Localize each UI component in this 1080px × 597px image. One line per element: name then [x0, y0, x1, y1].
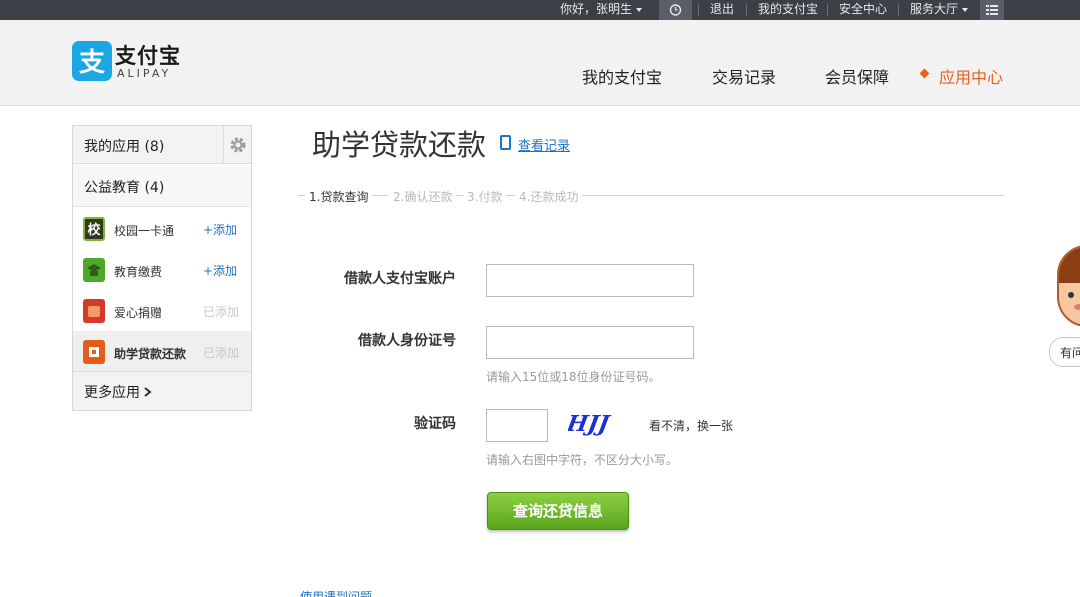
query-loan-button[interactable]: 查询还贷信息 — [487, 492, 629, 530]
nav-transactions[interactable]: 交易记录 — [712, 64, 776, 88]
account-label: 借款人支付宝账户 — [344, 271, 456, 287]
captcha-label: 验证码 — [414, 416, 456, 432]
gear-icon[interactable] — [223, 126, 251, 164]
id-number-input[interactable] — [486, 326, 694, 359]
chevron-down-icon — [962, 7, 969, 12]
my-apps-title: 我的应用 (8) — [84, 139, 165, 155]
sidebar-item-campus-card[interactable]: 校 校园一卡通 +添加 — [73, 208, 251, 249]
divider — [898, 4, 899, 16]
assistant-avatar-icon[interactable] — [1057, 245, 1080, 327]
sidebar: 我的应用 (8) 公益教育 (4) 校 校园一卡通 +添加 教育缴费 +添加 爱… — [72, 125, 252, 411]
more-apps-label: 更多应用 — [84, 385, 140, 401]
service-hall-menu[interactable]: 服务大厅 — [910, 0, 969, 20]
view-records-link[interactable]: 查看记录 — [518, 135, 570, 154]
nav-member-protection[interactable]: 会员保障 — [825, 64, 889, 88]
add-app-link[interactable]: +添加 — [203, 262, 237, 279]
help-link[interactable]: 使用遇到问题 — [300, 588, 372, 597]
ask-question-button[interactable]: 有问 — [1049, 337, 1080, 367]
refresh-captcha-link[interactable]: 看不清，换一张 — [649, 417, 733, 434]
sidebar-item-label: 校园一卡通 — [114, 224, 175, 238]
greeting-text: 你好，张明生 — [560, 2, 633, 16]
alipay-logo-icon[interactable]: 支 — [72, 41, 112, 81]
svg-text:HJJ: HJJ — [568, 411, 613, 437]
sidebar-item-label: 教育缴费 — [114, 265, 163, 279]
divider — [698, 4, 699, 16]
security-center-link[interactable]: 安全中心 — [839, 0, 887, 20]
donation-icon — [83, 299, 105, 323]
captcha-hint: 请输入右图中字符，不区分大小写。 — [486, 453, 679, 467]
document-icon — [500, 135, 511, 150]
ask-question-label: 有问 — [1060, 346, 1080, 360]
my-alipay-link[interactable]: 我的支付宝 — [758, 0, 818, 20]
student-loan-icon — [83, 340, 105, 364]
my-apps-header[interactable]: 我的应用 (8) — [73, 126, 251, 164]
step-payment: 3.付款 — [463, 188, 507, 205]
step-repayment-success: 4.还款成功 — [515, 188, 583, 205]
education-fee-icon — [83, 258, 105, 282]
step-confirm-repayment: 2.确认还款 — [389, 188, 457, 205]
logo-text: 支付宝 — [115, 44, 181, 68]
active-indicator-icon — [919, 68, 930, 79]
id-number-label: 借款人身份证号 — [358, 333, 456, 349]
chevron-right-icon — [144, 387, 152, 397]
site-header: 支 支付宝 ALIPAY 我的支付宝 交易记录 会员保障 应用中心 — [0, 20, 1080, 106]
campus-card-icon: 校 — [83, 217, 105, 241]
sidebar-item-label: 助学贷款还款 — [114, 347, 187, 361]
page-title: 助学贷款还款 — [312, 128, 487, 162]
account-input[interactable] — [486, 264, 694, 297]
service-hall-label: 服务大厅 — [910, 2, 959, 16]
added-status: 已添加 — [203, 346, 240, 360]
captcha-input[interactable] — [486, 409, 548, 442]
category-label: 公益教育 (4) — [84, 180, 165, 196]
sidebar-item-label: 爱心捐赠 — [114, 306, 163, 320]
step-loan-query: 1.贷款查询 — [305, 188, 373, 205]
id-number-hint: 请输入15位或18位身份证号码。 — [486, 370, 661, 384]
logout-link[interactable]: 退出 — [710, 0, 734, 20]
svg-text:校: 校 — [87, 222, 101, 238]
alarm-clock-icon[interactable] — [659, 0, 692, 20]
chevron-down-icon — [636, 7, 643, 12]
top-bar: 你好，张明生 退出 我的支付宝 安全中心 服务大厅 — [0, 0, 1080, 20]
nav-app-center[interactable]: 应用中心 — [939, 64, 1003, 88]
add-app-link[interactable]: +添加 — [203, 221, 237, 238]
nav-my-alipay[interactable]: 我的支付宝 — [582, 64, 662, 88]
divider — [827, 4, 828, 16]
sidebar-item-donation[interactable]: 爱心捐赠 已添加 — [73, 290, 251, 331]
category-public-education[interactable]: 公益教育 (4) — [73, 165, 251, 207]
sidebar-item-student-loan[interactable]: 助学贷款还款 已添加 — [73, 331, 251, 372]
logo-subtext: ALIPAY — [117, 67, 172, 80]
user-greeting[interactable]: 你好，张明生 — [560, 0, 643, 20]
svg-text:支: 支 — [79, 48, 105, 78]
divider — [746, 4, 747, 16]
sidebar-item-education-fee[interactable]: 教育缴费 +添加 — [73, 249, 251, 290]
added-status: 已添加 — [203, 305, 240, 319]
captcha-image[interactable]: HJJ — [564, 408, 632, 438]
list-menu-icon[interactable] — [980, 0, 1004, 20]
more-apps-link[interactable]: 更多应用 — [73, 371, 251, 410]
